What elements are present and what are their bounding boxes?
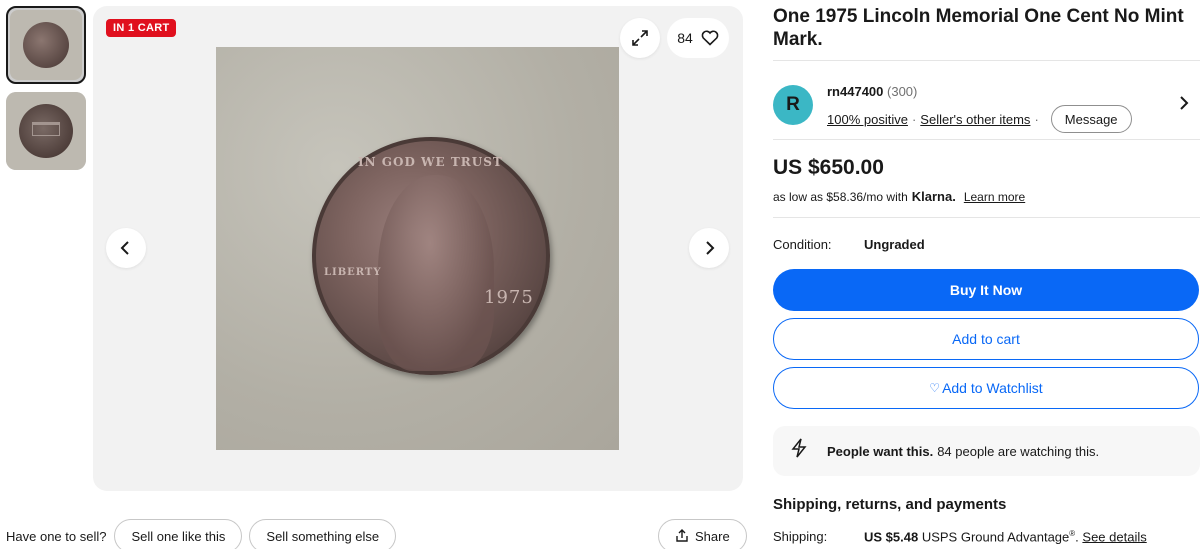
installment-text: as low as $58.36/mo with (773, 189, 908, 204)
add-to-cart-button[interactable]: Add to cart (773, 318, 1199, 360)
expand-button[interactable] (620, 18, 660, 58)
registered-mark: ® (1069, 529, 1076, 538)
chevron-right-icon (706, 241, 715, 255)
seller-name[interactable]: rn447400 (300) (827, 84, 917, 99)
thumbnail-image (6, 92, 86, 170)
share-label: Share (695, 528, 730, 544)
seller-card[interactable]: R rn447400 (300) 100% positive · Seller'… (773, 69, 1200, 139)
thumbnail-2[interactable] (6, 92, 86, 170)
message-button[interactable]: Message (1050, 105, 1132, 133)
signal-bold: People want this. (827, 443, 934, 459)
sellers-other-items-link[interactable]: Seller's other items (920, 112, 1030, 127)
coin-motto: IN GOD WE TRUST (358, 155, 503, 169)
listing-title: One 1975 Lincoln Memorial One Cent No Mi… (773, 6, 1184, 50)
klarna-logo: Klarna. (911, 189, 956, 204)
listing-details: One 1975 Lincoln Memorial One Cent No Mi… (773, 0, 1200, 544)
thumbnail-1[interactable] (6, 6, 86, 84)
buy-it-now-button[interactable]: Buy It Now (773, 269, 1199, 311)
shipping-service: USPS Ground Advantage (921, 529, 1070, 545)
avatar[interactable]: R (773, 85, 813, 125)
watchlist-label: Add to Watchlist (942, 380, 1043, 396)
previous-image-button[interactable] (106, 228, 146, 268)
in-cart-badge: IN 1 CART (106, 19, 177, 37)
coin-year: 1975 (484, 287, 534, 308)
shipping-row: Shipping: US $5.48 USPS Ground Advantage… (773, 529, 1200, 544)
lincoln-bust (378, 175, 494, 371)
divider (773, 60, 1200, 61)
thumbnail-image (10, 10, 82, 80)
condition-label: Condition: (773, 237, 832, 252)
shipping-value: US $5.48 USPS Ground Advantage®. See det… (864, 529, 1147, 545)
watch-count: 84 (677, 30, 693, 46)
watch-count-button[interactable]: 84 (667, 18, 729, 58)
shipping-heading: Shipping, returns, and payments (773, 496, 1007, 513)
shipping-price: US $5.48 (864, 529, 919, 545)
price: US $650.00 (773, 156, 884, 179)
have-one-label: Have one to sell? (6, 528, 107, 544)
separator-dot: · (911, 111, 917, 127)
thumbnail-strip (6, 6, 86, 178)
image-gallery: IN GOD WE TRUST LIBERTY 1975 IN 1 CART 8… (93, 6, 743, 491)
see-details-link[interactable]: See details (1082, 529, 1146, 544)
seller-links: 100% positive · Seller's other items · M… (827, 105, 1132, 133)
coin-liberty: LIBERTY (324, 267, 382, 278)
sell-share-row: Have one to sell? Sell one like this Sel… (6, 519, 747, 549)
main-photo[interactable]: IN GOD WE TRUST LIBERTY 1975 (216, 47, 619, 450)
sell-one-like-this-button[interactable]: Sell one like this (114, 519, 243, 549)
seller-score: (300) (887, 84, 918, 99)
coin-image: IN GOD WE TRUST LIBERTY 1975 (312, 137, 550, 375)
sell-something-else-button[interactable]: Sell something else (249, 519, 397, 549)
installment-info: as low as $58.36/mo with Klarna. Learn m… (773, 189, 1200, 204)
shipping-label: Shipping: (773, 529, 828, 544)
signal-text: 84 people are watching this. (937, 443, 1100, 459)
divider (773, 139, 1200, 140)
add-to-watchlist-button[interactable]: ♡ Add to Watchlist (773, 367, 1199, 409)
learn-more-link[interactable]: Learn more (964, 190, 1025, 204)
separator-dot: · (1034, 111, 1039, 127)
heart-icon (701, 30, 719, 46)
expand-icon (632, 30, 648, 46)
bolt-icon (789, 438, 809, 464)
positive-feedback-link[interactable]: 100% positive (827, 112, 908, 127)
next-image-button[interactable] (689, 228, 729, 268)
chevron-right-icon (1180, 96, 1189, 110)
watchers-signal: People want this. 84 people are watching… (773, 426, 1200, 476)
condition-value: Ungraded (864, 237, 925, 252)
share-icon (676, 529, 688, 542)
coin-obverse-thumb (23, 22, 69, 68)
memorial-building (32, 122, 60, 136)
seller-chevron-button[interactable] (1178, 95, 1190, 116)
chevron-left-icon (120, 241, 129, 255)
heart-icon: ♡ (929, 381, 941, 395)
coin-reverse-thumb (19, 104, 73, 158)
condition-row: Condition: Ungraded (773, 218, 1200, 252)
seller-username[interactable]: rn447400 (827, 84, 883, 99)
share-button[interactable]: Share (658, 519, 747, 549)
